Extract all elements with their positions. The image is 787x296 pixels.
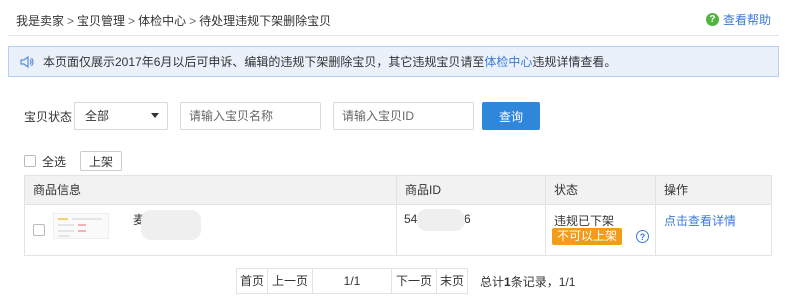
- notice-banner: 本页面仅展示2017年6月以后可申诉、编辑的违规下架删除宝贝，其它违规宝贝请至体…: [8, 46, 779, 77]
- breadcrumb-item-health-center[interactable]: 体检中心: [138, 14, 186, 28]
- last-page-button[interactable]: 末页: [436, 268, 468, 294]
- header-status: 状态: [546, 176, 656, 204]
- item-id-input[interactable]: [333, 102, 475, 130]
- select-all-checkbox[interactable]: [24, 155, 36, 167]
- breadcrumb-bar: 我是卖家 > 宝贝管理 > 体检中心 > 待处理违规下架删除宝贝 ? 查看帮助: [8, 0, 779, 36]
- status-select-value: 全部: [85, 109, 110, 123]
- action-cell: 点击查看详情: [656, 205, 771, 255]
- pagination: 首页 上一页 1/1 下一页 末页 总计1条记录，1/1: [236, 268, 575, 294]
- breadcrumb-separator: >: [189, 14, 197, 28]
- notice-health-center-link[interactable]: 体检中心: [484, 53, 532, 70]
- table-row: 麦 5406 违规已下架 不可以上架 ? 点击查看详情: [25, 205, 771, 255]
- breadcrumb-item-item-management[interactable]: 宝贝管理: [77, 14, 125, 28]
- record-count-suffix: 条记录，1/1: [510, 274, 576, 289]
- breadcrumb-item-seller[interactable]: 我是卖家: [16, 14, 64, 28]
- header-action: 操作: [664, 183, 689, 197]
- question-circle-icon[interactable]: ?: [636, 230, 649, 243]
- page-indicator[interactable]: 1/1: [312, 268, 392, 294]
- header-product-id: 商品ID: [397, 176, 546, 204]
- item-name-input[interactable]: [180, 102, 322, 130]
- breadcrumb: 我是卖家 > 宝贝管理 > 体检中心 > 待处理违规下架删除宝贝: [16, 12, 331, 29]
- first-page-button[interactable]: 首页: [236, 268, 268, 294]
- notice-text: 本页面仅展示2017年6月以后可申诉、编辑的违规下架删除宝贝，其它违规宝贝请至: [43, 55, 485, 69]
- row-checkbox[interactable]: [33, 224, 45, 236]
- record-count-prefix: 总计: [480, 274, 505, 289]
- help-label: 查看帮助: [722, 13, 771, 27]
- question-circle-icon: ?: [705, 13, 719, 26]
- breadcrumb-separator: >: [67, 14, 75, 28]
- record-count-number: 1: [504, 274, 511, 289]
- query-button[interactable]: 查询: [482, 102, 541, 130]
- status-filter-label: 宝贝状态: [24, 109, 73, 124]
- status-select[interactable]: 全部: [74, 102, 169, 130]
- redaction-blur: [417, 209, 465, 231]
- notice-text-end: 违规详情查看。: [532, 55, 617, 69]
- speaker-icon: [19, 55, 35, 69]
- table-header: 商品信息 商品ID 状态 操作: [25, 176, 771, 205]
- help-link[interactable]: ? 查看帮助: [705, 11, 771, 28]
- bulk-actions: 全选 上架: [24, 151, 123, 171]
- caret-down-icon: [151, 113, 160, 118]
- filter-row: 宝贝状态 全部 查询: [24, 102, 541, 130]
- header-product-info: 商品信息: [25, 176, 397, 204]
- prev-page-button[interactable]: 上一页: [267, 268, 313, 294]
- record-count: 总计1条记录，1/1: [480, 273, 575, 290]
- next-page-button[interactable]: 下一页: [391, 268, 437, 294]
- relist-button[interactable]: 上架: [80, 151, 123, 171]
- view-details-link[interactable]: 点击查看详情: [664, 212, 736, 229]
- items-table: 商品信息 商品ID 状态 操作 麦 5406: [24, 175, 772, 256]
- status-text: 违规已下架: [554, 214, 615, 228]
- breadcrumb-separator: >: [128, 14, 136, 28]
- select-all-label: 全选: [42, 154, 67, 169]
- redaction-blur: [141, 210, 201, 240]
- status-cell: 违规已下架 不可以上架 ?: [546, 205, 656, 255]
- breadcrumb-item-current: 待处理违规下架删除宝贝: [199, 14, 332, 28]
- status-badge: 不可以上架: [552, 228, 623, 245]
- product-info-cell: 麦: [25, 205, 397, 255]
- product-thumbnail[interactable]: [53, 213, 109, 239]
- product-id-prefix: 54: [404, 212, 418, 226]
- product-id-cell: 5406: [397, 205, 546, 255]
